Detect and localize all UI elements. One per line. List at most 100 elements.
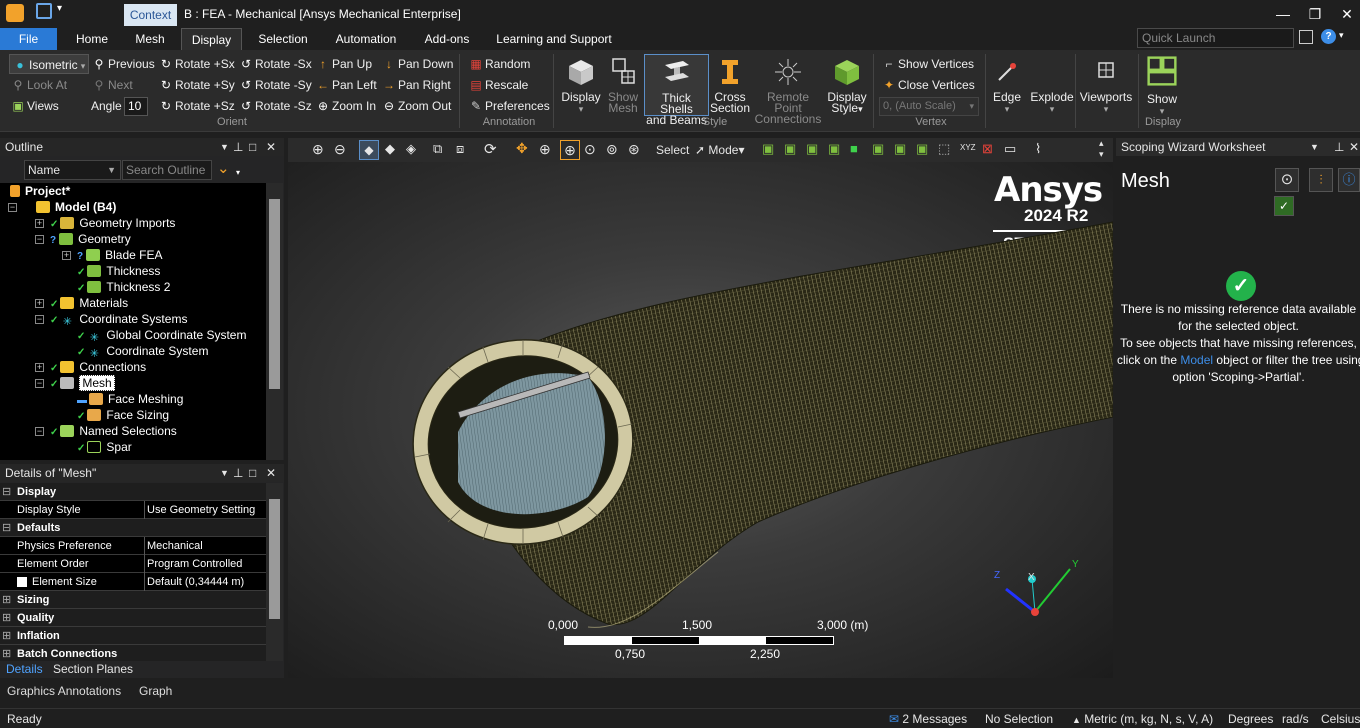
box-zoom-icon[interactable]: ⊕	[560, 140, 580, 160]
rotational-velocity-units[interactable]: rad/s	[1282, 712, 1309, 726]
close-vertices-button[interactable]: ✦ Close Vertices	[882, 75, 975, 95]
magnifier-icon[interactable]: ⊛	[628, 141, 640, 158]
tab-graph[interactable]: Graph	[139, 684, 172, 698]
scope-zoom-icon[interactable]: ⊙	[1275, 168, 1299, 192]
rescale-button[interactable]: ▤ Rescale	[469, 75, 528, 95]
collapse-toggle[interactable]: −	[35, 235, 44, 244]
collapse-toggle[interactable]: −	[8, 203, 17, 212]
select-paste-icon[interactable]: ⧈	[456, 141, 464, 157]
outline-scrollbar[interactable]	[266, 183, 283, 460]
pin-icon[interactable]: ⊥	[233, 138, 243, 156]
quick-launch-input[interactable]: Quick Launch	[1137, 28, 1294, 48]
views-button[interactable]: ▣ Views	[11, 96, 58, 116]
random-button[interactable]: ▦ Random	[469, 54, 530, 74]
edge-button[interactable]: Edge ▾	[990, 58, 1024, 115]
tab-automation[interactable]: Automation	[328, 28, 404, 50]
isometric-button[interactable]: ● Isometric ▾	[9, 54, 89, 74]
tab-display[interactable]: Display	[181, 28, 242, 50]
zoom-in-icon[interactable]: ⊕	[312, 141, 324, 158]
zoom-view-icon[interactable]: ⊕	[539, 141, 551, 158]
clear-selection-icon[interactable]: ⊠	[982, 141, 993, 157]
panel-menu-icon[interactable]: ▼	[1310, 138, 1319, 156]
details-section-sizing[interactable]: ⊞ Sizing	[0, 591, 266, 609]
extend-selection-icon[interactable]: ⬚	[938, 141, 950, 157]
next-button[interactable]: ⚲ Next	[92, 75, 133, 95]
multi-view-icon[interactable]: ◈	[406, 141, 416, 157]
solid-view-icon[interactable]: ◆	[359, 140, 379, 160]
show-button[interactable]: Show ▾	[1140, 54, 1184, 117]
select-element-face-icon[interactable]: ▣	[872, 141, 884, 157]
vertex-scale-select[interactable]: 0, (Auto Scale) ▾	[879, 97, 979, 116]
tab-selection[interactable]: Selection	[250, 28, 316, 50]
restore-icon[interactable]: ❐	[1305, 4, 1325, 24]
previous-button[interactable]: ⚲ Previous	[92, 54, 155, 74]
tree-item-materials[interactable]: ✓ Materials	[50, 295, 128, 311]
tree-item-named-selections[interactable]: ✓ Named Selections	[50, 423, 177, 439]
pan-left-button[interactable]: ← Pan Left	[316, 75, 377, 95]
zoom-out-button[interactable]: ⊖ Zoom Out	[382, 96, 451, 116]
show-vertices-button[interactable]: ⌐ Show Vertices	[882, 54, 974, 74]
zoom-in-button[interactable]: ⊕ Zoom In	[316, 96, 376, 116]
explode-button[interactable]: Explode ▾	[1030, 58, 1074, 115]
scope-settings-icon[interactable]: ⫶	[1309, 168, 1333, 192]
details-section-batch-connections[interactable]: ⊞ Batch Connections	[0, 645, 266, 661]
close-panel-icon[interactable]: ✕	[266, 138, 276, 156]
details-section-defaults[interactable]: ⊟ Defaults	[0, 519, 266, 537]
help-icon[interactable]: ?	[1321, 29, 1336, 44]
maximize-icon[interactable]: □	[249, 138, 256, 156]
pan-up-button[interactable]: ↑ Pan Up	[316, 54, 372, 74]
thick-shells-beams-button[interactable]: Thick Shells and Beams	[644, 54, 709, 126]
rotate-plus-sx-button[interactable]: ↻ Rotate +Sx	[159, 54, 235, 74]
tree-item-geometry-imports[interactable]: ✓ Geometry Imports	[50, 215, 175, 231]
tree-item-geometry[interactable]: ? Geometry	[50, 231, 131, 247]
filter-chevron-icon[interactable]: ⌄	[217, 159, 230, 177]
chart-icon[interactable]: ⌇	[1035, 141, 1041, 157]
collapse-toggle[interactable]: −	[35, 427, 44, 436]
maximize-icon[interactable]: □	[249, 464, 256, 482]
panel-menu-icon[interactable]: ▼	[220, 464, 229, 482]
zoom-fit-icon[interactable]: ⊙	[584, 141, 596, 158]
select-copy-icon[interactable]: ⧉	[433, 141, 442, 157]
select-mesh-icon[interactable]: ▣	[916, 141, 928, 157]
tree-item-coordinate-system[interactable]: ✓ ✳ Coordinate System	[77, 343, 208, 360]
tab-home[interactable]: Home	[68, 28, 116, 50]
expand-toggle[interactable]: +	[35, 219, 44, 228]
tree-item-face-meshing[interactable]: ▬ Face Meshing	[77, 391, 183, 407]
zoom-selected-icon[interactable]: ⊚	[606, 141, 618, 158]
select-body-icon[interactable]: ▣	[828, 141, 840, 157]
details-row-element-order[interactable]: Element Order Program Controlled	[0, 555, 266, 573]
tree-item-thickness-2[interactable]: ✓ Thickness 2	[77, 279, 170, 295]
filter-dropdown-icon[interactable]: ▾	[236, 168, 240, 177]
close-icon[interactable]: ✕	[1337, 4, 1357, 24]
coordinate-readout-icon[interactable]: XYZ	[960, 143, 976, 152]
tree-item-connections[interactable]: ✓ Connections	[50, 359, 146, 375]
quick-access-dropdown-icon[interactable]: ▾	[57, 3, 62, 14]
tree-item-model[interactable]: Model (B4)	[36, 199, 116, 215]
select-node-icon[interactable]: ■	[850, 141, 858, 156]
rotate-minus-sx-button[interactable]: ↺ Rotate -Sx	[239, 54, 312, 74]
help-dropdown-icon[interactable]: ▾	[1339, 30, 1344, 41]
temperature-units[interactable]: Celsius	[1321, 712, 1360, 726]
comment-icon[interactable]: ▭	[1004, 141, 1016, 157]
tree-item-thickness[interactable]: ✓ Thickness	[77, 263, 160, 279]
tree-item-project[interactable]: Project*	[10, 183, 70, 199]
details-section-inflation[interactable]: ⊞ Inflation	[0, 627, 266, 645]
close-panel-icon[interactable]: ✕	[266, 464, 276, 482]
rotate-minus-sy-button[interactable]: ↺ Rotate -Sy	[239, 75, 312, 95]
details-section-quality[interactable]: ⊞ Quality	[0, 609, 266, 627]
name-filter-select[interactable]: Name ▼	[24, 160, 121, 180]
toolbar-overflow-icon[interactable]: ▴ ▾	[1099, 138, 1104, 160]
rotate-view-icon[interactable]: ⟳	[484, 140, 497, 158]
expand-toggle[interactable]: +	[62, 251, 71, 260]
select-face-icon[interactable]: ▣	[806, 141, 818, 157]
zoom-out-icon[interactable]: ⊖	[334, 141, 346, 158]
minimize-icon[interactable]: —	[1273, 4, 1293, 24]
tab-mesh[interactable]: Mesh	[126, 28, 174, 50]
context-tab[interactable]: Context	[124, 4, 177, 26]
panel-menu-icon[interactable]: ▼	[220, 138, 229, 156]
tree-item-spar[interactable]: ✓ Spar	[77, 439, 132, 455]
tree-item-coordinate-systems[interactable]: ✓ ✳ Coordinate Systems	[50, 311, 187, 328]
messages-indicator[interactable]: ✉ 2 Messages	[889, 712, 967, 726]
select-edge-icon[interactable]: ▣	[784, 141, 796, 157]
tree-item-blade-fea[interactable]: ? Blade FEA	[77, 247, 162, 263]
